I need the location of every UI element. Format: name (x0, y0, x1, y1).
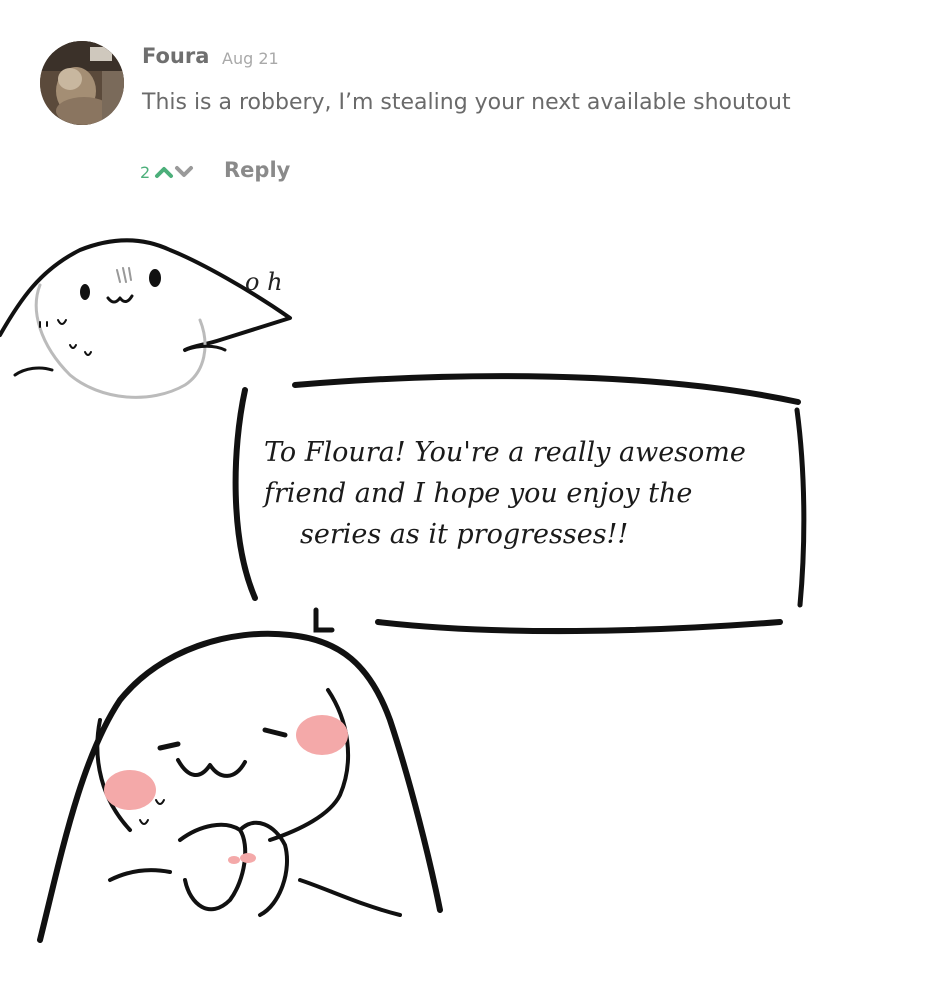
sound-effect: o h (245, 268, 283, 296)
speech-line: series as it progresses!! (300, 519, 629, 550)
speech-line: To Floura! You're a really awesome (264, 437, 746, 468)
speech-text: To Floura! You're a really awesome frien… (264, 432, 804, 555)
speech-line: friend and I hope you enjoy the (264, 478, 693, 509)
top-bunny-drawing (0, 238, 292, 399)
svg-text:o h: o h (245, 268, 283, 296)
bottom-bunny-drawing (37, 630, 443, 943)
